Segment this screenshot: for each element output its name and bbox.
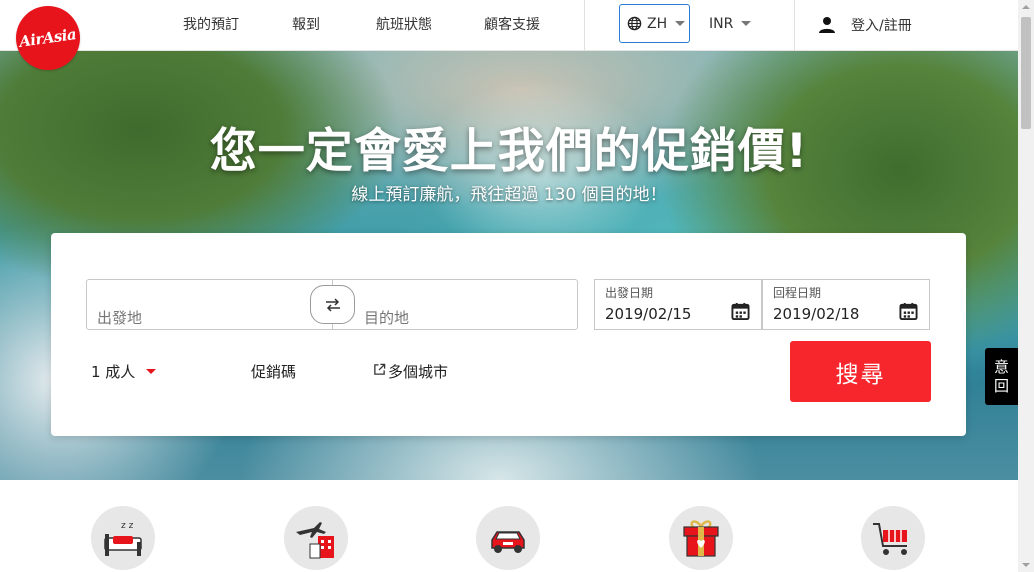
car-icon [491, 531, 525, 553]
external-link-icon [374, 363, 386, 375]
svg-text:z z: z z [121, 521, 134, 531]
depart-date-field[interactable]: 出發日期 2019/02/15 [594, 279, 762, 330]
gift-icon [683, 520, 719, 557]
chevron-down-icon [146, 369, 157, 374]
depart-date-label: 出發日期 [605, 286, 654, 300]
scroll-up-arrow-icon[interactable] [1022, 5, 1030, 9]
destination-input[interactable]: 目的地 [364, 307, 409, 328]
chevron-down-icon [741, 21, 752, 26]
flight-search-card: 出發地 目的地 出發日期 2019/02/15 回程日期 2019/02/18 [51, 233, 966, 436]
top-header: AirAsia 我的預訂 報到 航班狀態 顧客支援 ZH INR 登入/註冊 [0, 0, 1018, 70]
hotel-icon: z z [104, 521, 142, 556]
origin-input[interactable]: 出發地 [97, 307, 142, 328]
hero-subtitle: 線上預訂廉航，飛往超過 130 個目的地！ [351, 185, 667, 205]
feature-icons-row: z z [0, 480, 1018, 572]
feedback-side-tab[interactable]: 意 回 [985, 348, 1018, 405]
passenger-select[interactable]: 1 成人 [91, 361, 157, 382]
multi-city-link[interactable]: 多個城市 [373, 361, 448, 382]
nav-flight-status[interactable]: 航班狀態 [376, 0, 432, 50]
multi-city-label: 多個城市 [388, 363, 449, 381]
shopping-cart-icon [873, 523, 907, 555]
depart-date-value: 2019/02/15 [605, 305, 692, 323]
nav-customer-support[interactable]: 顧客支援 [484, 0, 540, 50]
login-label: 登入/註冊 [851, 18, 912, 34]
header-divider [584, 0, 585, 50]
vertical-scrollbar[interactable] [1018, 0, 1034, 572]
feature-shopping[interactable] [861, 506, 925, 570]
passenger-value: 1 成人 [91, 363, 136, 381]
swap-route-button[interactable] [310, 285, 355, 324]
chevron-down-icon [675, 21, 686, 26]
feature-hotel[interactable]: z z [91, 506, 155, 570]
feature-flight-hotel[interactable] [284, 506, 348, 570]
search-button[interactable]: 搜尋 [790, 341, 931, 402]
return-date-value: 2019/02/18 [773, 305, 860, 323]
user-icon [819, 17, 835, 33]
side-tab-line2: 回 [993, 376, 1009, 395]
scroll-down-arrow-icon[interactable] [1022, 563, 1030, 567]
currency-value: INR [709, 15, 734, 32]
scrollbar-thumb[interactable] [1021, 17, 1031, 129]
feature-gifts[interactable] [669, 506, 733, 570]
logo-text: AirAsia [18, 25, 78, 51]
nav-my-bookings[interactable]: 我的預訂 [183, 0, 239, 50]
hero-title: 您一定會愛上我們的促銷價! [209, 124, 809, 179]
language-value: ZH [647, 15, 668, 32]
calendar-icon [899, 302, 918, 321]
currency-select[interactable]: INR [709, 4, 752, 43]
side-tab-line1: 意 [993, 357, 1009, 376]
return-date-label: 回程日期 [773, 286, 822, 300]
language-select[interactable]: ZH [619, 4, 690, 43]
return-date-field[interactable]: 回程日期 2019/02/18 [762, 279, 930, 330]
globe-icon [627, 16, 642, 31]
feature-car-rental[interactable] [476, 506, 540, 570]
header-divider [794, 0, 795, 50]
swap-arrows-icon [325, 297, 340, 312]
flight-hotel-icon [296, 522, 334, 559]
promo-code-link[interactable]: 促銷碼 [251, 361, 296, 382]
airasia-logo[interactable]: AirAsia [16, 6, 80, 70]
login-button[interactable]: 登入/註冊 [817, 0, 912, 50]
calendar-icon [731, 302, 750, 321]
nav-check-in[interactable]: 報到 [292, 0, 320, 50]
